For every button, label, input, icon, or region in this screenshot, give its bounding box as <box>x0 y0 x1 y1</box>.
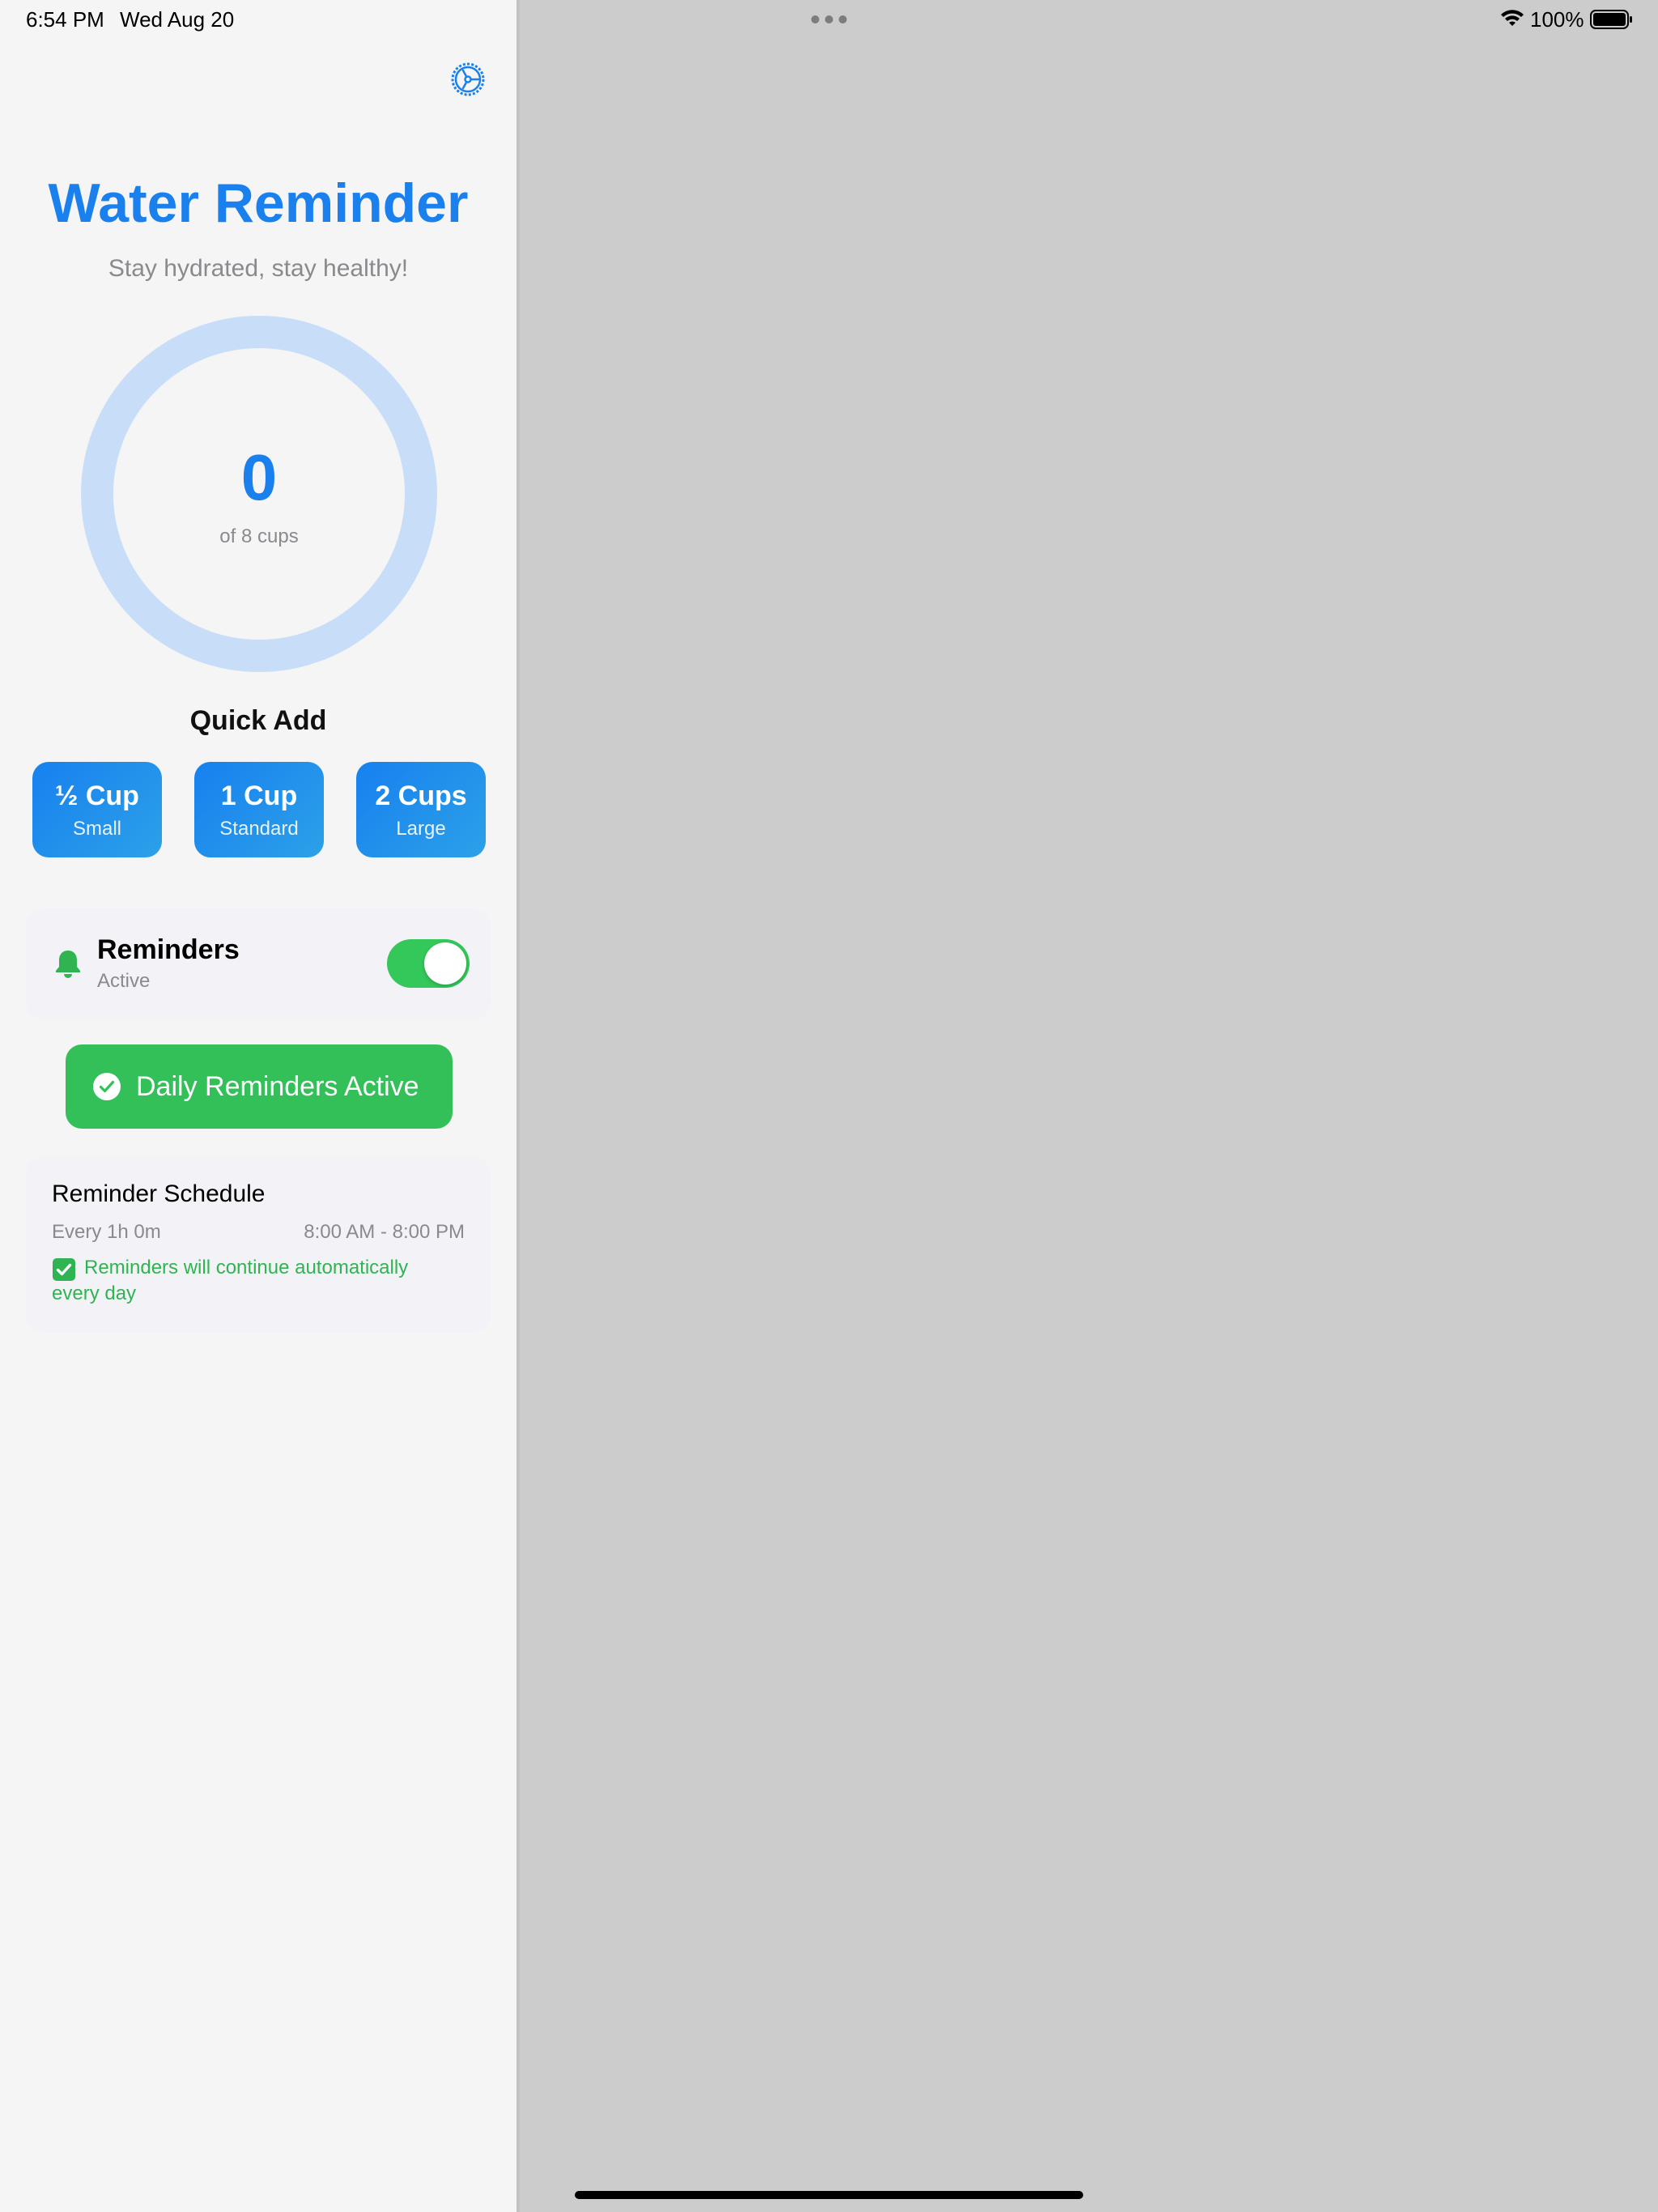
gear-icon <box>451 62 485 96</box>
schedule-interval: Every 1h 0m <box>52 1221 161 1243</box>
reminders-toggle[interactable] <box>387 939 470 988</box>
schedule-title: Reminder Schedule <box>52 1180 266 1207</box>
schedule-note: Reminders will continue automatically ev… <box>52 1257 409 1304</box>
add-one-cup-button[interactable]: 1 Cup Standard <box>194 762 324 857</box>
add-two-cups-button[interactable]: 2 Cups Large <box>356 762 486 857</box>
schedule-hours: 8:00 AM - 8:00 PM <box>304 1221 465 1243</box>
add-half-cup-button[interactable]: ½ Cup Small <box>32 762 162 857</box>
cups-count: 0 <box>240 441 278 513</box>
quick-add-label: 2 Cups <box>375 781 467 811</box>
status-date: Wed Aug 20 <box>120 7 235 32</box>
quick-add-label: 1 Cup <box>220 781 298 811</box>
ipad-screen: 6:54 PM Wed Aug 20 100% Water Reminder S… <box>0 0 1658 2212</box>
quick-add-sublabel: Large <box>396 818 446 840</box>
cups-goal: of 8 cups <box>219 525 299 547</box>
daily-reminders-active-label: Daily Reminders Active <box>136 1071 419 1102</box>
app-subtitle: Stay hydrated, stay healthy! <box>108 255 409 282</box>
bell-icon <box>56 951 80 978</box>
multitasking-dots-icon[interactable] <box>811 15 847 23</box>
settings-button[interactable] <box>447 58 489 100</box>
wifi-icon <box>1501 10 1524 26</box>
reminders-title: Reminders <box>97 934 240 965</box>
app-title: Water Reminder <box>48 172 469 234</box>
battery-full-icon <box>1590 10 1632 29</box>
quick-add-heading: Quick Add <box>189 705 327 736</box>
status-time: 6:54 PM <box>26 7 104 32</box>
reminders-status: Active <box>97 970 151 992</box>
checkmark-circle-icon <box>93 1073 121 1100</box>
split-view-divider[interactable] <box>517 0 520 2212</box>
home-indicator[interactable] <box>575 2191 1083 2199</box>
quick-add-sublabel: Standard <box>219 818 299 840</box>
quick-add-label: ½ Cup <box>55 781 139 811</box>
battery-percentage: 100% <box>1530 7 1584 32</box>
quick-add-sublabel: Small <box>72 818 121 840</box>
toggle-knob <box>424 942 466 985</box>
